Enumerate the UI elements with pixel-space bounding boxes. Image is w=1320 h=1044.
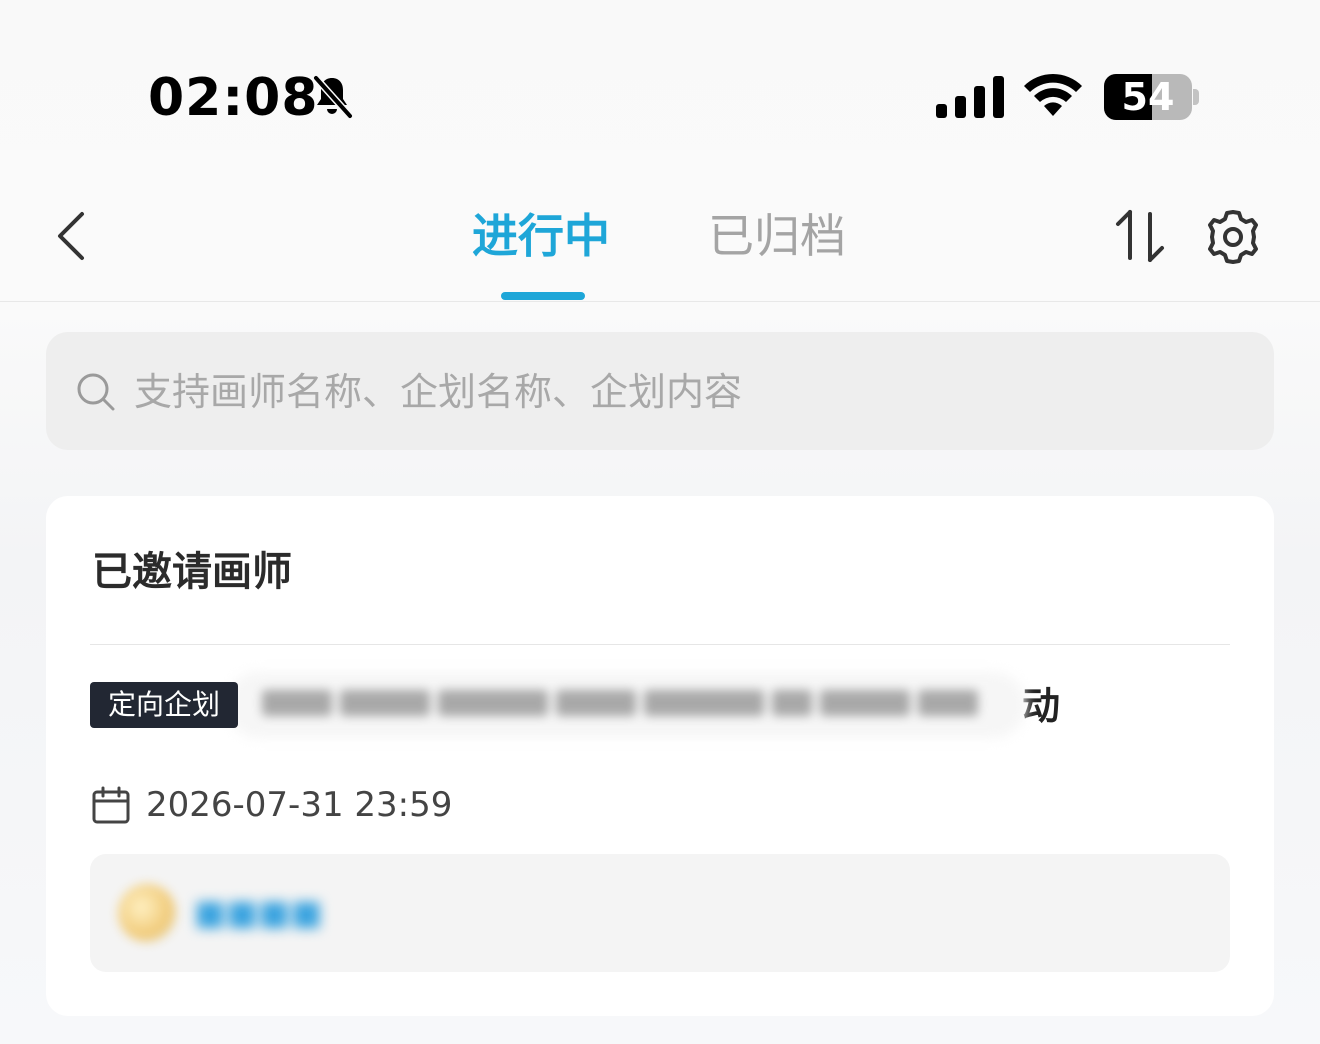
top-nav-bar: 进行中 已归档 — [0, 170, 1320, 302]
battery-percent: 54 — [1121, 75, 1175, 119]
artist-avatar — [118, 884, 176, 942]
search-input[interactable] — [134, 360, 1234, 424]
app-screen: 02:08 54 进行中 已归档 支持画师名称、企划名称、企划内容 已邀请画师 … — [0, 0, 1320, 1044]
back-chevron-icon[interactable] — [52, 208, 92, 264]
battery-icon: 54 — [1104, 74, 1192, 120]
gear-icon[interactable] — [1204, 208, 1262, 266]
battery-tip — [1193, 89, 1199, 105]
cellular-signal-icon — [936, 76, 1004, 118]
bell-muted-icon — [312, 74, 354, 120]
sort-icon[interactable] — [1112, 208, 1168, 264]
redacted-title-blur — [262, 690, 1002, 720]
search-icon — [77, 373, 115, 411]
wifi-icon — [1024, 73, 1082, 116]
project-type-tag: 定向企划 — [90, 682, 239, 728]
deadline-text: 2026-07-31 23:59 — [146, 785, 453, 825]
artist-name-redacted: ■■■■ — [194, 893, 323, 933]
card-title: 已邀请画师 — [92, 549, 292, 595]
calendar-icon — [92, 786, 130, 824]
project-title-visible-text: 动 — [1022, 684, 1061, 728]
status-time: 02:08 — [148, 68, 319, 128]
tab-archived[interactable]: 已归档 — [708, 206, 846, 266]
status-bar: 02:08 54 — [0, 0, 1320, 160]
card-divider — [90, 644, 1230, 645]
tab-in-progress[interactable]: 进行中 — [472, 206, 610, 266]
active-tab-indicator — [501, 292, 585, 300]
